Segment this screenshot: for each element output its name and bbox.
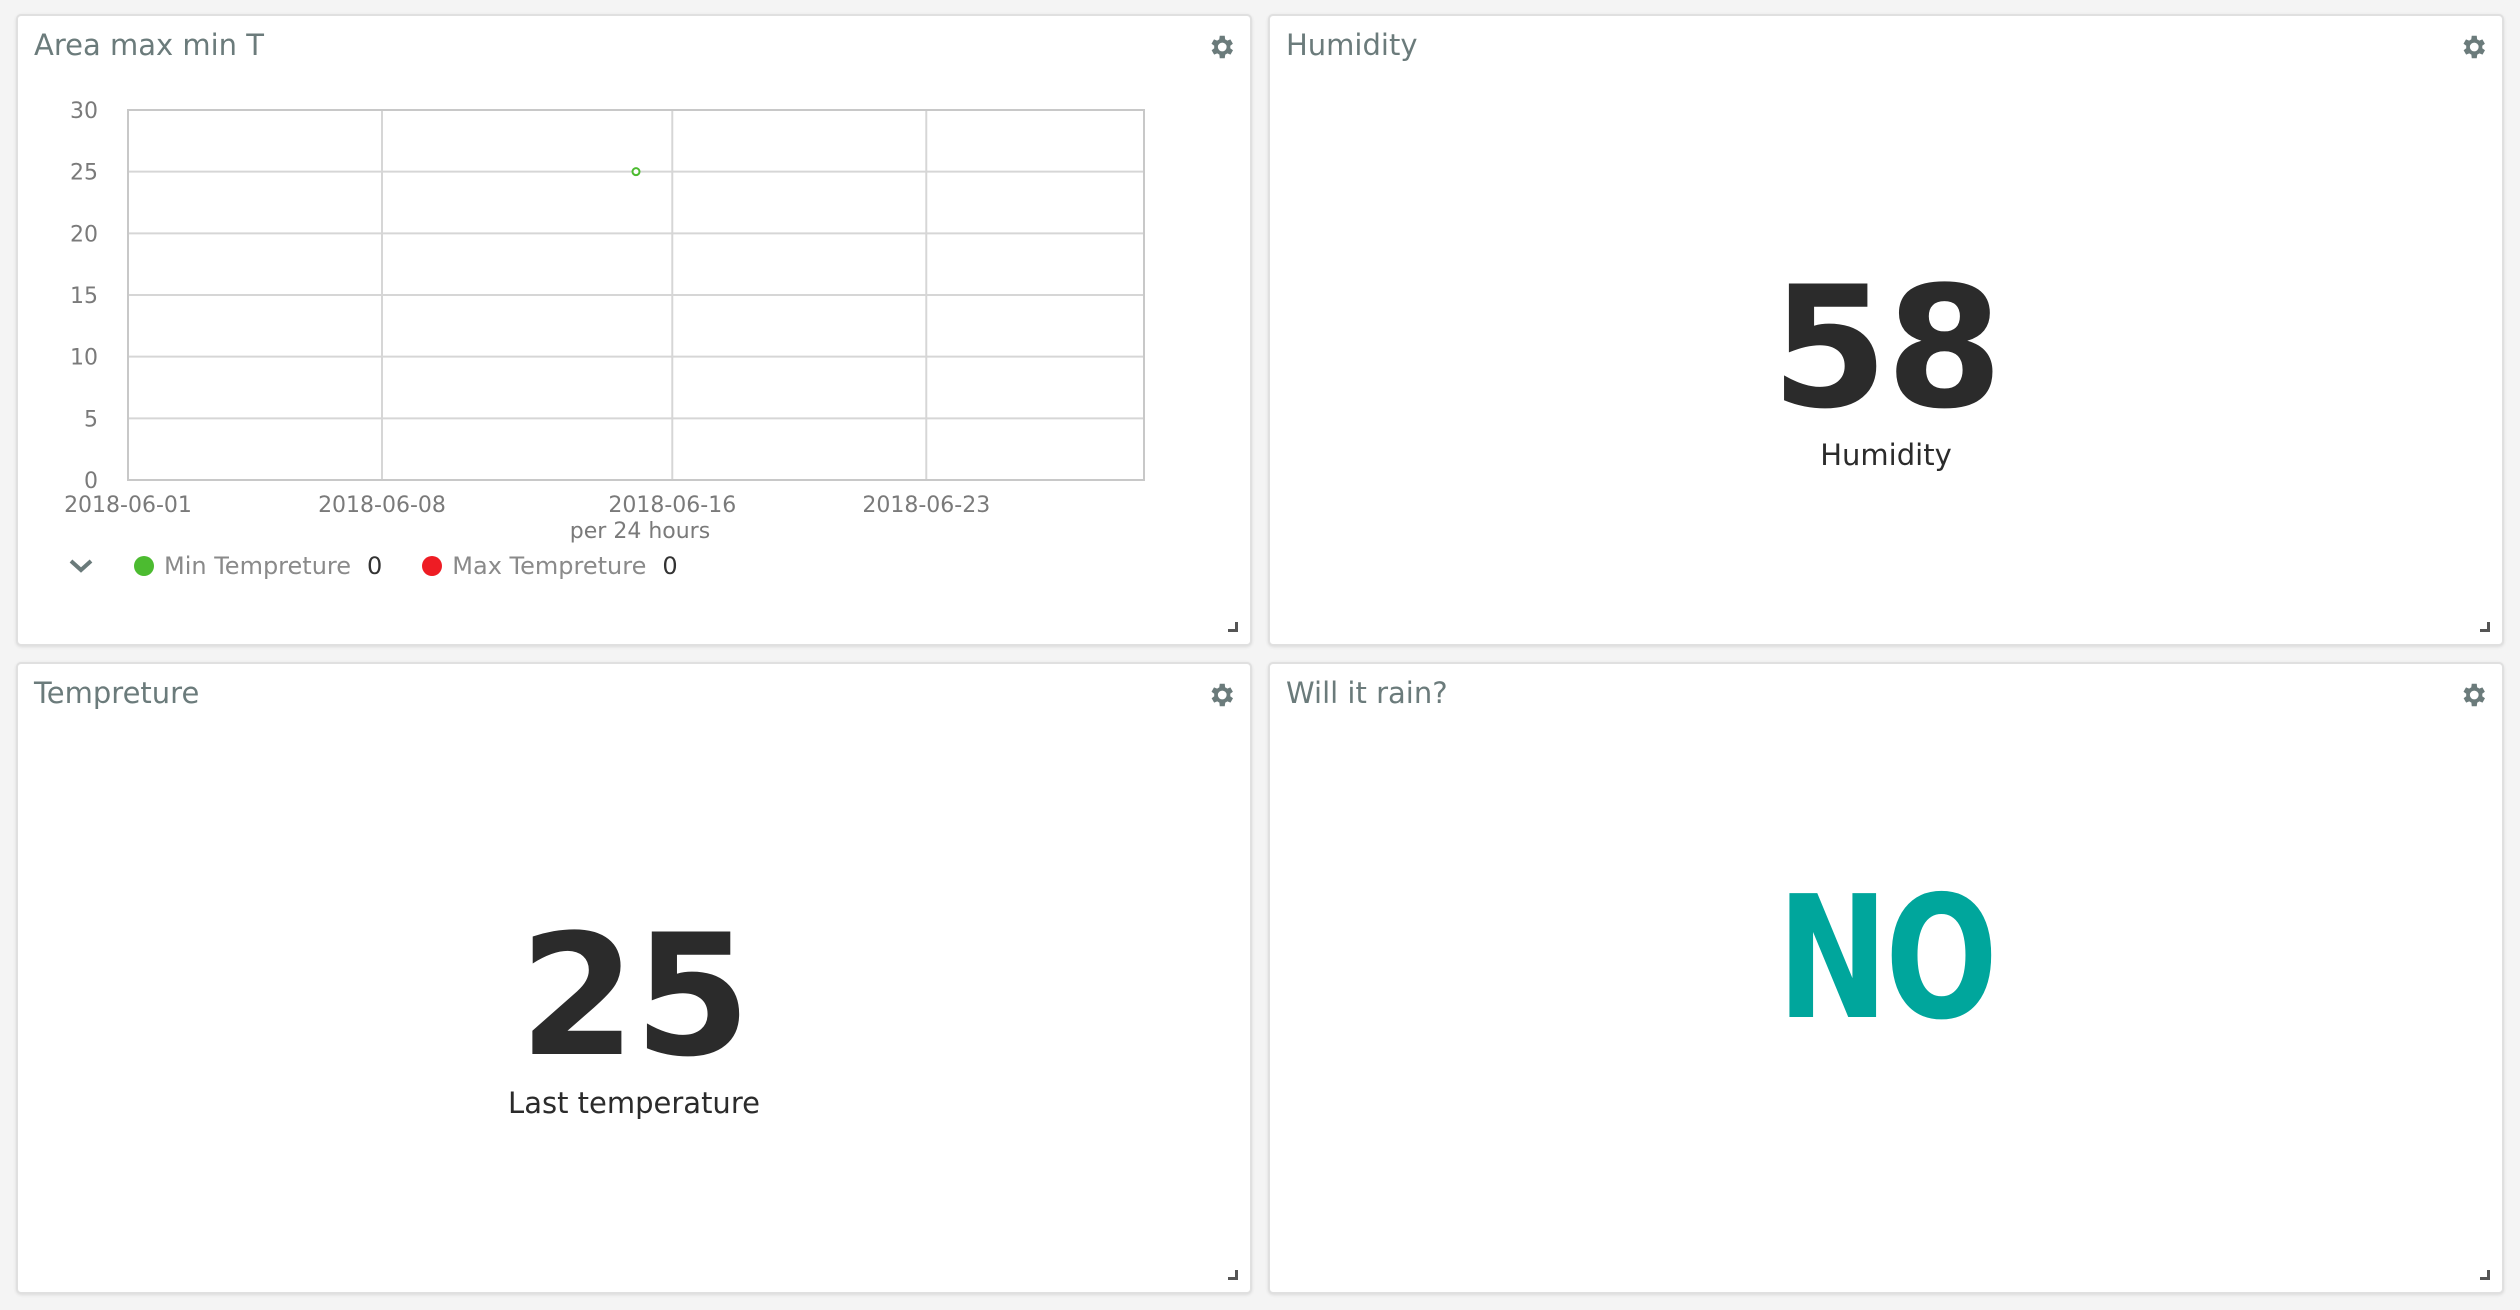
x-axis-label: per 24 hours xyxy=(570,519,710,544)
metric-display: 58 Humidity xyxy=(1270,264,2502,472)
line-chart: 0 5 10 15 20 25 30 2018-06-01 2018-06-08 2018-06-… xyxy=(64,99,1145,544)
humidity-label: Humidity xyxy=(1820,438,1952,472)
resize-handle-icon[interactable] xyxy=(1228,622,1238,632)
y-tick-label: 15 xyxy=(70,284,98,309)
metric-display: NO xyxy=(1270,874,2502,1044)
y-tick-label: 25 xyxy=(70,161,98,186)
y-tick-label: 5 xyxy=(84,407,98,432)
legend-label: Max Tempreture xyxy=(452,552,647,580)
y-tick-label: 30 xyxy=(70,99,98,124)
legend-value: 0 xyxy=(367,552,383,580)
widget-title: Will it rain? xyxy=(1286,676,1448,710)
data-point xyxy=(631,167,641,177)
gear-icon[interactable] xyxy=(1206,680,1236,710)
metric-display: 25 Last temperature xyxy=(18,912,1250,1120)
resize-handle-icon[interactable] xyxy=(2480,622,2490,632)
legend-item-max[interactable]: Max Tempreture 0 xyxy=(422,552,678,580)
humidity-value: 58 xyxy=(1771,250,2003,446)
y-tick-label: 10 xyxy=(70,346,98,371)
chart-legend: Min Tempreture 0 Max Tempreture 0 xyxy=(68,552,678,580)
legend-item-min[interactable]: Min Tempreture 0 xyxy=(134,552,382,580)
rain-widget: Will it rain? NO xyxy=(1268,662,2504,1294)
temperature-widget: Tempreture 25 Last temperature xyxy=(16,662,1252,1294)
x-tick-label: 2018-06-23 xyxy=(862,493,990,518)
widget-title: Humidity xyxy=(1286,28,1418,62)
temperature-label: Last temperature xyxy=(508,1086,760,1120)
legend-label: Min Tempreture xyxy=(164,552,352,580)
gear-icon[interactable] xyxy=(2458,680,2488,710)
x-tick-label: 2018-06-08 xyxy=(318,493,446,518)
legend-value: 0 xyxy=(662,552,678,580)
chevron-down-icon[interactable] xyxy=(68,556,94,576)
legend-swatch xyxy=(134,556,154,576)
resize-handle-icon[interactable] xyxy=(2480,1270,2490,1280)
x-tick-label: 2018-06-16 xyxy=(608,493,736,518)
widget-title: Tempreture xyxy=(34,676,200,710)
y-tick-label: 20 xyxy=(70,222,98,247)
area-chart-widget: Area max min T 0 5 10 15 20 25 30 2018-06-01 201… xyxy=(16,14,1252,646)
x-tick-label: 2018-06-01 xyxy=(64,493,192,518)
rain-value: NO xyxy=(1777,860,1998,1058)
humidity-widget: Humidity 58 Humidity xyxy=(1268,14,2504,646)
legend-swatch xyxy=(422,556,443,576)
temperature-value: 25 xyxy=(519,898,751,1094)
y-tick-label: 0 xyxy=(84,469,98,494)
gear-icon[interactable] xyxy=(2458,32,2488,62)
resize-handle-icon[interactable] xyxy=(1228,1270,1238,1280)
